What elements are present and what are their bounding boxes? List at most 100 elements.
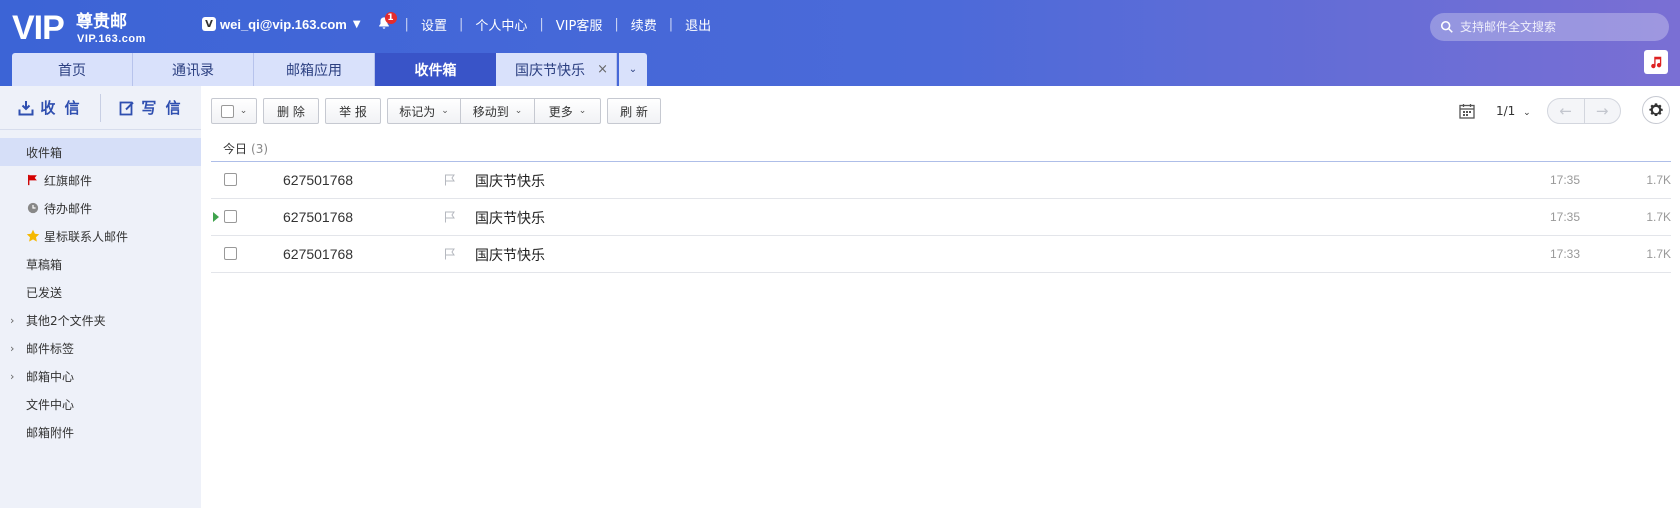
chevron-right-icon[interactable]: › xyxy=(10,342,14,355)
sidebar-item-label: 草稿箱 xyxy=(26,257,63,272)
settings-link[interactable]: 设置 xyxy=(421,15,447,34)
compose-label: 写 信 xyxy=(141,99,183,117)
nav-separator: | xyxy=(668,16,674,32)
select-all-checkbox[interactable] xyxy=(220,104,234,118)
star-icon xyxy=(26,229,40,243)
mail-row[interactable]: 627501768 国庆节快乐 17:33 1.7K xyxy=(211,236,1671,273)
notification-bell-icon[interactable]: 1 xyxy=(377,12,397,32)
sidebar-item-label: 红旗邮件 xyxy=(44,173,93,188)
tab-open-mail-label: 国庆节快乐 xyxy=(515,62,585,79)
close-icon[interactable]: × xyxy=(597,62,608,77)
pager: 1/1 ⌄ ← → xyxy=(1458,98,1621,124)
download-icon xyxy=(18,100,34,115)
row-checkbox[interactable] xyxy=(224,210,237,223)
sidebar-item-label: 文件中心 xyxy=(26,397,75,412)
move-to-button[interactable]: 移动到 ⌄ xyxy=(461,98,535,124)
chevron-down-icon: ⌄ xyxy=(578,106,587,116)
sidebar-item-red-flag[interactable]: 红旗邮件 xyxy=(0,166,201,194)
account-dropdown-icon[interactable]: ▼ xyxy=(353,19,361,30)
sidebar-item-label: 其他2个文件夹 xyxy=(26,313,106,328)
account-email[interactable]: wei_qi@vip.163.com xyxy=(220,17,347,32)
chevron-down-icon: ⌄ xyxy=(239,106,248,116)
calendar-icon[interactable] xyxy=(1458,102,1476,120)
mark-as-label: 标记为 xyxy=(399,104,436,119)
sidebar-item-inbox[interactable]: 收件箱 xyxy=(0,138,201,166)
nav-separator: | xyxy=(404,16,409,32)
flag-icon[interactable] xyxy=(444,248,456,260)
mail-row[interactable]: 627501768 国庆节快乐 17:35 1.7K xyxy=(211,162,1671,199)
tab-open-mail[interactable]: 国庆节快乐 × xyxy=(496,53,617,86)
logout-link[interactable]: 退出 xyxy=(685,15,711,34)
sidebar-item-drafts[interactable]: 草稿箱 xyxy=(0,250,201,278)
mail-time: 17:35 xyxy=(1550,173,1581,187)
mail-sender: 627501768 xyxy=(283,172,354,188)
arrow-right-icon[interactable]: → xyxy=(1583,99,1620,123)
chevron-down-icon: ⌄ xyxy=(1523,108,1531,118)
compose-button[interactable]: 写 信 xyxy=(101,86,201,130)
edit-icon xyxy=(119,101,135,115)
logo-vip-text: VIP xyxy=(12,9,65,47)
sidebar-item-sent[interactable]: 已发送 xyxy=(0,278,201,306)
profile-link[interactable]: 个人中心 xyxy=(475,15,527,34)
sidebar-item-attachments[interactable]: 邮箱附件 xyxy=(0,418,201,446)
tab-home[interactable]: 首页 xyxy=(12,53,133,86)
refresh-button[interactable]: 刷 新 xyxy=(607,98,661,124)
sidebar-item-mail-center[interactable]: › 邮箱中心 xyxy=(0,362,201,390)
sidebar-item-label: 已发送 xyxy=(26,285,63,300)
flag-icon[interactable] xyxy=(444,174,456,186)
sidebar-item-label: 星标联系人邮件 xyxy=(44,229,129,244)
flag-icon[interactable] xyxy=(444,211,456,223)
mail-subject: 国庆节快乐 xyxy=(475,211,545,227)
receive-button[interactable]: 收 信 xyxy=(0,86,100,130)
sidebar-item-other-folders[interactable]: › 其他2个文件夹 xyxy=(0,306,201,334)
nav-separator: | xyxy=(614,16,619,32)
mail-sender: 627501768 xyxy=(283,246,354,262)
tab-mail-apps[interactable]: 邮箱应用 xyxy=(254,53,375,86)
sidebar-item-starred[interactable]: 星标联系人邮件 xyxy=(0,222,201,250)
header: VIP 尊贵邮 VIP.163.com V wei_qi@vip.163.com… xyxy=(0,0,1680,86)
tab-contacts[interactable]: 通讯录 xyxy=(133,53,254,86)
sidebar-item-label: 邮件标签 xyxy=(26,341,75,356)
logo-domain: VIP.163.com xyxy=(77,33,146,45)
gear-icon[interactable] xyxy=(1642,96,1670,124)
main-tabs: 首页 通讯录 邮箱应用 收件箱 国庆节快乐 × ⌄ xyxy=(12,53,647,86)
mail-row[interactable]: 627501768 国庆节快乐 17:35 1.7K xyxy=(211,199,1671,236)
mark-as-button[interactable]: 标记为 ⌄ xyxy=(387,98,461,124)
sidebar-item-label: 邮箱附件 xyxy=(26,425,75,440)
arrow-left-icon[interactable]: ← xyxy=(1548,99,1584,123)
sidebar-actions: 收 信 写 信 xyxy=(0,86,201,130)
toolbar: ⌄ 删 除 举 报 标记为 ⌄ 移动到 ⌄ 更多 ⌄ 刷 新 xyxy=(211,98,667,124)
search-input[interactable] xyxy=(1460,20,1660,34)
page-number: 1/1 xyxy=(1496,104,1516,118)
mail-subject: 国庆节快乐 xyxy=(475,248,545,264)
tab-inbox[interactable]: 收件箱 xyxy=(375,53,496,86)
sidebar: 收 信 写 信 收件箱 红旗邮件 待办邮件 星标联系人邮件 草稿箱 已发送 › … xyxy=(0,86,201,508)
sidebar-item-mail-tags[interactable]: › 邮件标签 xyxy=(0,334,201,362)
sidebar-item-label: 邮箱中心 xyxy=(26,369,75,384)
notification-count: 1 xyxy=(384,12,397,24)
receive-label: 收 信 xyxy=(40,99,82,117)
select-all-dropdown[interactable]: ⌄ xyxy=(211,98,257,124)
chevron-down-icon: ⌄ xyxy=(514,106,523,116)
report-button[interactable]: 举 报 xyxy=(325,98,381,124)
renew-link[interactable]: 续费 xyxy=(631,15,657,34)
folder-list: 收件箱 红旗邮件 待办邮件 星标联系人邮件 草稿箱 已发送 › 其他2个文件夹 … xyxy=(0,138,201,446)
sidebar-item-todo[interactable]: 待办邮件 xyxy=(0,194,201,222)
chevron-right-icon[interactable]: › xyxy=(10,370,14,383)
sidebar-item-label: 收件箱 xyxy=(26,145,63,160)
row-checkbox[interactable] xyxy=(224,247,237,260)
vip-service-link[interactable]: VIP客服 xyxy=(556,15,603,34)
music-note-icon[interactable] xyxy=(1644,50,1668,74)
delete-button[interactable]: 删 除 xyxy=(263,98,319,124)
chevron-right-icon[interactable]: › xyxy=(10,314,14,327)
tabs-more-button[interactable]: ⌄ xyxy=(619,53,647,86)
page-select[interactable]: 1/1 ⌄ xyxy=(1496,104,1531,118)
row-checkbox[interactable] xyxy=(224,173,237,186)
sidebar-item-file-center[interactable]: 文件中心 xyxy=(0,390,201,418)
more-button[interactable]: 更多 ⌄ xyxy=(535,98,601,124)
search-box[interactable] xyxy=(1430,13,1669,41)
page-navigation: ← → xyxy=(1546,98,1621,124)
date-group-header: 今日 (3) xyxy=(211,140,1671,162)
more-label: 更多 xyxy=(548,104,573,119)
move-to-label: 移动到 xyxy=(472,104,509,119)
